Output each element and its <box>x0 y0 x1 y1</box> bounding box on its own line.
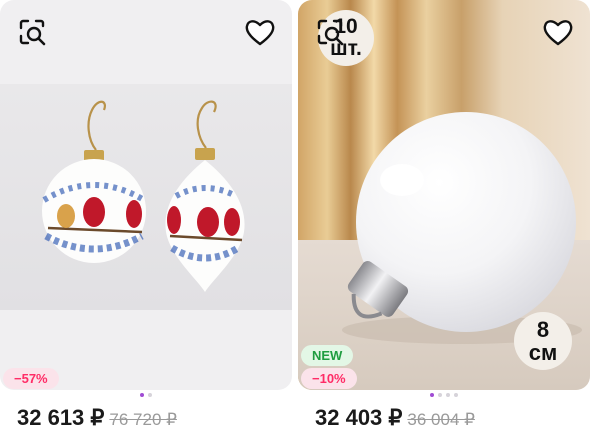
size-value: 8 <box>536 316 550 342</box>
image-pagination[interactable] <box>298 393 590 397</box>
pagination-dot[interactable] <box>148 393 152 397</box>
favorite-button[interactable] <box>540 14 576 50</box>
image-pagination[interactable] <box>0 393 292 397</box>
ornaments-illustration <box>42 100 245 292</box>
size-unit: см <box>528 340 558 365</box>
product-image[interactable]: −57% <box>0 0 292 390</box>
price-row: 32 403 ₽ 36 004 ₽ <box>315 405 475 431</box>
size-badge: 8 см <box>514 312 572 370</box>
pagination-dot[interactable] <box>430 393 434 397</box>
old-price: 36 004 ₽ <box>407 410 475 429</box>
search-photo-icon <box>317 19 344 46</box>
discount-badge: −10% <box>301 368 357 389</box>
price-row: 32 613 ₽ 76 720 ₽ <box>17 405 177 431</box>
new-badge: NEW <box>301 345 354 366</box>
product-card[interactable]: 10 шт. 8 см NEW −10% 32 403 ₽ 36 004 ₽ <box>298 0 590 434</box>
search-photo-icon <box>19 19 46 46</box>
product-image[interactable]: 10 шт. 8 см NEW −10% <box>298 0 590 390</box>
product-card[interactable]: −57% 32 613 ₽ 76 720 ₽ <box>0 0 292 434</box>
old-price: 76 720 ₽ <box>109 410 177 429</box>
search-similar-button[interactable] <box>14 14 50 50</box>
search-similar-button[interactable] <box>312 14 348 50</box>
pagination-dot[interactable] <box>454 393 458 397</box>
heart-icon <box>245 20 275 46</box>
current-price: 32 403 ₽ <box>315 405 403 430</box>
discount-badge: −57% <box>3 368 59 389</box>
current-price: 32 613 ₽ <box>17 405 105 430</box>
heart-icon <box>543 20 573 46</box>
pagination-dot[interactable] <box>446 393 450 397</box>
favorite-button[interactable] <box>242 14 278 50</box>
pagination-dot[interactable] <box>140 393 144 397</box>
pagination-dot[interactable] <box>438 393 442 397</box>
